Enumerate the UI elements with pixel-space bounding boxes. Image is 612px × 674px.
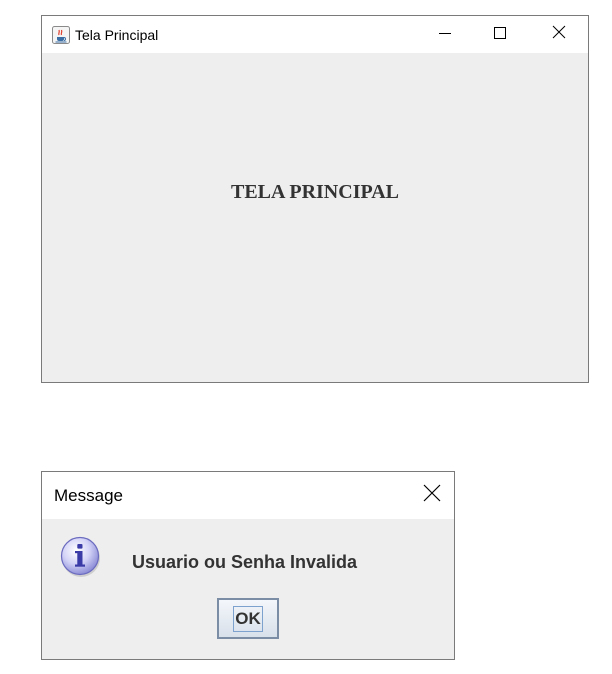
minimize-button[interactable] — [422, 16, 468, 53]
minimize-icon — [439, 26, 451, 44]
page-title: TELA PRINCIPAL — [231, 181, 399, 203]
maximize-button[interactable] — [477, 16, 523, 53]
ok-label: OK — [235, 608, 261, 628]
ok-focus-ring: OK — [233, 605, 263, 632]
dialog-title-bar[interactable]: Message — [42, 472, 454, 519]
maximize-icon — [494, 26, 506, 44]
main-window: Tela Principal TELA PRINCIPAL — [41, 15, 589, 383]
close-icon — [423, 484, 441, 507]
main-content-panel: TELA PRINCIPAL — [42, 53, 588, 382]
dialog-close-button[interactable] — [408, 472, 456, 519]
window-title: Tela Principal — [75, 27, 159, 43]
main-title-bar[interactable]: Tela Principal — [42, 16, 588, 53]
close-button[interactable] — [536, 16, 582, 53]
ok-button[interactable]: OK — [217, 598, 279, 639]
info-icon — [60, 536, 102, 578]
message-dialog: Message Usuario ou Senha Invalida OK — [41, 471, 455, 660]
dialog-title: Message — [54, 486, 123, 505]
java-coffee-icon[interactable] — [52, 26, 70, 44]
dialog-message: Usuario ou Senha Invalida — [132, 552, 358, 572]
close-icon — [552, 25, 566, 44]
